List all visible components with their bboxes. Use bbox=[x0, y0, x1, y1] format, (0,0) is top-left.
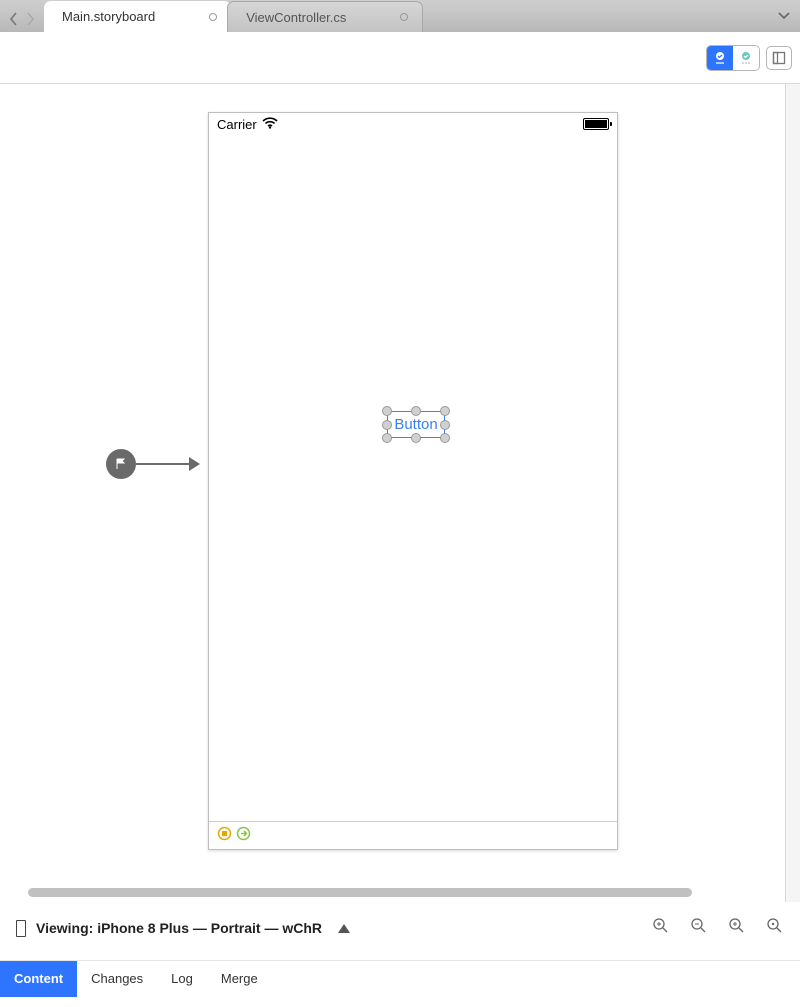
zoom-out-icon[interactable] bbox=[690, 917, 708, 940]
resize-handle[interactable] bbox=[411, 433, 421, 443]
tab-viewcontroller[interactable]: ViewController.cs bbox=[227, 1, 423, 32]
bottom-tab-log[interactable]: Log bbox=[157, 961, 207, 997]
scene-dock[interactable] bbox=[209, 821, 617, 849]
flag-icon bbox=[106, 449, 136, 479]
tab-label: Main.storyboard bbox=[62, 9, 155, 24]
tab-main-storyboard[interactable]: Main.storyboard bbox=[44, 1, 231, 32]
arrow-head-icon bbox=[189, 457, 200, 471]
editor-toolbar bbox=[0, 32, 800, 84]
canvas-inner: Carrier Button bbox=[0, 84, 785, 902]
trait-variation-bar: Viewing: iPhone 8 Plus — Portrait — wChR bbox=[0, 906, 800, 950]
battery-icon bbox=[583, 118, 609, 130]
storyboard-canvas[interactable]: Carrier Button bbox=[0, 84, 800, 902]
zoom-actual-icon[interactable] bbox=[766, 917, 784, 940]
nav-forward-icon[interactable] bbox=[24, 12, 36, 26]
carrier-label: Carrier bbox=[217, 117, 257, 132]
nav-back-icon[interactable] bbox=[8, 12, 20, 26]
document-outline-button[interactable] bbox=[766, 46, 792, 70]
device-selector[interactable]: Viewing: iPhone 8 Plus — Portrait — wChR bbox=[16, 920, 350, 937]
zoom-in-icon[interactable] bbox=[728, 917, 746, 940]
zoom-fit-icon[interactable] bbox=[652, 917, 670, 940]
resize-handle[interactable] bbox=[440, 420, 450, 430]
tab-close-icon[interactable] bbox=[400, 13, 408, 21]
horizontal-scrollbar-thumb[interactable] bbox=[28, 888, 692, 897]
first-responder-icon[interactable] bbox=[236, 826, 251, 846]
viewing-size-class: wChR bbox=[282, 920, 322, 936]
tab-overflow-icon[interactable] bbox=[778, 8, 790, 26]
resize-handle[interactable] bbox=[382, 433, 392, 443]
resize-handle[interactable] bbox=[440, 406, 450, 416]
right-ruler bbox=[785, 84, 786, 902]
viewing-device: iPhone 8 Plus bbox=[97, 920, 189, 936]
resize-handle[interactable] bbox=[440, 433, 450, 443]
button-label: Button bbox=[394, 416, 437, 433]
bottom-tab-changes[interactable]: Changes bbox=[77, 961, 157, 997]
device-icon bbox=[16, 920, 26, 937]
selected-ui-button[interactable]: Button bbox=[387, 411, 445, 438]
resize-handle[interactable] bbox=[382, 420, 392, 430]
expand-traits-icon[interactable] bbox=[338, 924, 350, 933]
tab-bar: Main.storyboard ViewController.cs bbox=[0, 0, 800, 32]
auto-layout-toggle-group bbox=[706, 45, 760, 71]
view-controller-scene[interactable]: Carrier Button bbox=[208, 112, 618, 850]
viewing-orientation: Portrait bbox=[211, 920, 261, 936]
bottom-tab-content[interactable]: Content bbox=[0, 961, 77, 997]
arrow-line bbox=[136, 463, 190, 465]
bottom-tab-bar: Content Changes Log Merge bbox=[0, 960, 800, 996]
auto-layout-on-button[interactable] bbox=[707, 46, 733, 70]
resize-handle[interactable] bbox=[382, 406, 392, 416]
wifi-icon bbox=[262, 117, 278, 132]
resize-handle[interactable] bbox=[411, 406, 421, 416]
initial-view-controller-arrow[interactable] bbox=[106, 449, 200, 479]
status-bar: Carrier bbox=[209, 113, 617, 135]
tab-label: ViewController.cs bbox=[246, 10, 346, 25]
view-controller-icon[interactable] bbox=[217, 826, 232, 846]
viewing-prefix: Viewing: bbox=[36, 920, 93, 936]
bottom-tab-merge[interactable]: Merge bbox=[207, 961, 272, 997]
auto-layout-off-button[interactable] bbox=[733, 46, 759, 70]
horizontal-scrollbar-track[interactable] bbox=[0, 888, 785, 902]
tab-close-icon[interactable] bbox=[209, 13, 217, 21]
